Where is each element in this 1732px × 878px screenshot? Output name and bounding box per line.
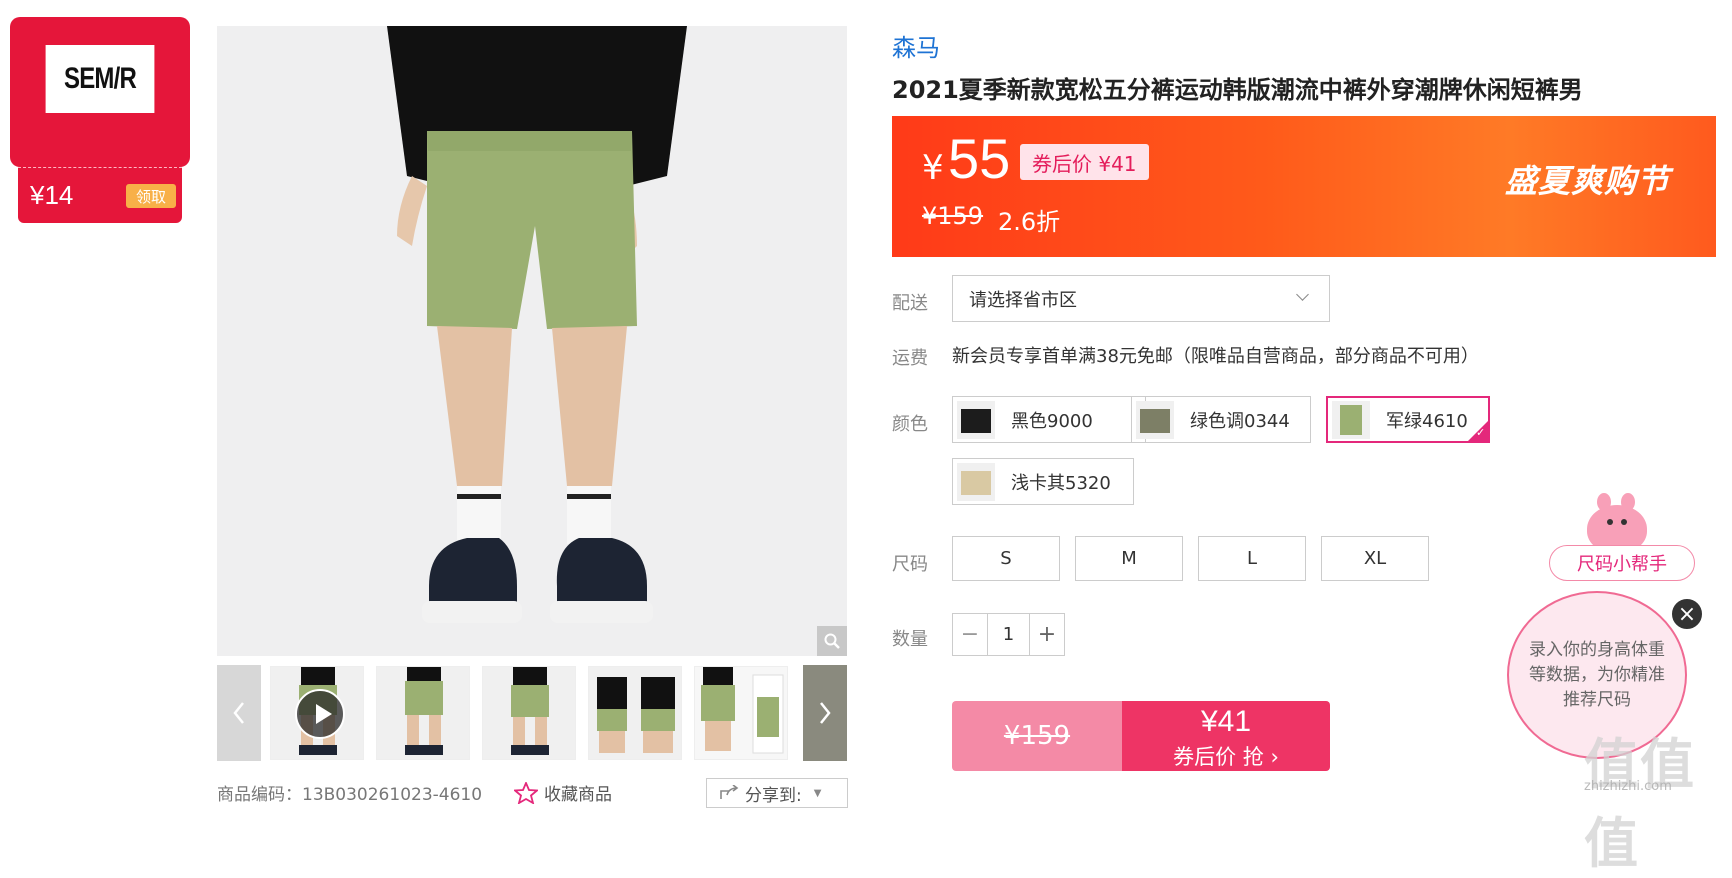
color-swatch (1136, 400, 1174, 439)
thumbnail[interactable] (694, 666, 788, 760)
color-option[interactable]: 浅卡其5320 (952, 458, 1134, 505)
check-icon (1467, 420, 1489, 442)
thumbnail[interactable] (270, 666, 364, 760)
buy-cta: 券后价 抢 › (1173, 745, 1279, 769)
currency-symbol: ¥ (922, 148, 944, 188)
product-title: 2021夏季新款宽松五分裤运动韩版潮流中裤外穿潮牌休闲短裤男 (892, 76, 1583, 104)
watermark-url: zhizhizhi.com (1584, 779, 1672, 794)
after-coupon-tag: 券后价 ¥41 (1020, 144, 1149, 180)
close-icon[interactable]: × (1670, 597, 1704, 631)
quantity-label: 数量 (892, 629, 928, 650)
coupon-claim-button[interactable]: 领取 (126, 184, 176, 208)
thumbnail[interactable] (482, 666, 576, 760)
color-option-label: 绿色调0344 (1190, 410, 1290, 432)
brand-logo: SEM/R (45, 45, 155, 113)
color-option-selected[interactable]: 军绿4610 (1326, 396, 1490, 443)
chevron-left-icon (233, 702, 244, 724)
coupon-strip[interactable]: ¥14 领取 (18, 167, 182, 223)
thumbnail-next-button[interactable] (803, 665, 847, 761)
region-select[interactable]: 请选择省市区 (952, 275, 1330, 322)
color-option-label: 黑色9000 (1011, 410, 1093, 432)
play-icon[interactable] (295, 689, 345, 739)
region-select-value: 请选择省市区 (969, 289, 1077, 311)
chevron-down-icon (1296, 288, 1309, 301)
share-icon (720, 785, 739, 799)
caret-down-icon: ▼ (813, 787, 822, 799)
color-swatch (957, 462, 995, 501)
brand-link[interactable]: 森马 (892, 28, 940, 63)
minus-button[interactable]: − (953, 614, 987, 655)
shipping-text: 新会员专享首单满38元免邮（限唯品自营商品，部分商品不可用） (952, 346, 1479, 367)
star-icon (514, 781, 538, 804)
coupon-amount: ¥14 (30, 180, 74, 210)
product-photo (217, 26, 847, 656)
current-price: 55 (948, 127, 1011, 190)
original-price: ¥159 (922, 202, 984, 230)
thumbnail[interactable] (376, 666, 470, 760)
coupon-header: SEM/R (10, 17, 190, 167)
buy-button[interactable]: ¥41 券后价 抢 › (1122, 701, 1330, 771)
zoom-icon[interactable] (817, 626, 847, 656)
thumbnail[interactable] (588, 666, 682, 760)
shipping-label: 运费 (892, 348, 928, 369)
sku-code: 商品编码：13B030261023-4610 (217, 785, 483, 805)
size-option-xl[interactable]: XL (1321, 536, 1429, 581)
price-banner: ¥ 55 券后价 ¥41 ¥159 2.6折 盛夏爽购节 (892, 116, 1716, 257)
color-option[interactable]: 绿色调0344 (1131, 396, 1311, 443)
buy-original-price[interactable]: ¥159 (952, 701, 1122, 771)
color-option-label: 军绿4610 (1386, 410, 1468, 432)
product-main-image[interactable] (217, 26, 847, 656)
color-option-label: 浅卡其5320 (1011, 472, 1111, 494)
size-label: 尺码 (892, 554, 928, 575)
share-label: 分享到: (745, 785, 802, 806)
discount-rate: 2.6折 (998, 208, 1061, 236)
delivery-label: 配送 (892, 293, 928, 314)
size-helper-button[interactable]: 尺码小帮手 (1549, 545, 1695, 581)
quantity-value[interactable]: 1 (987, 614, 1030, 655)
chevron-right-icon (820, 702, 831, 724)
size-option-l[interactable]: L (1198, 536, 1306, 581)
color-swatch (957, 400, 995, 439)
size-option-m[interactable]: M (1075, 536, 1183, 581)
watermark: 值值值 (1584, 733, 1696, 875)
size-option-s[interactable]: S (952, 536, 1060, 581)
quantity-stepper[interactable]: − 1 + (952, 613, 1065, 656)
color-label: 颜色 (892, 414, 928, 435)
color-swatch (1332, 400, 1370, 439)
plus-button[interactable]: + (1030, 614, 1064, 655)
buy-price: ¥41 (1200, 705, 1252, 738)
coupon-card[interactable]: SEM/R ¥14 领取 (10, 17, 190, 223)
favorite-label: 收藏商品 (544, 785, 612, 805)
thumbnail-prev-button[interactable] (217, 665, 261, 761)
favorite-button[interactable]: 收藏商品 (514, 780, 612, 805)
festival-label: 盛夏爽购节 (1504, 162, 1670, 200)
color-option[interactable]: 黑色9000 (952, 396, 1146, 443)
